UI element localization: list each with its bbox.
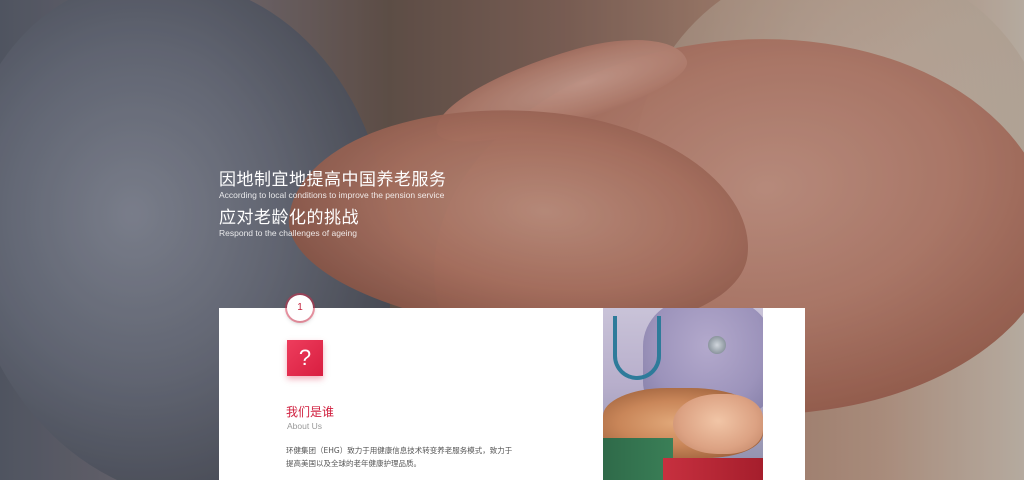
stethoscope-chest-piece	[708, 336, 726, 354]
about-description: 环健集团（EHG）致力于用健康信息技术转变养老服务模式，致力于提高美国以及全球的…	[286, 446, 513, 468]
about-subtitle: About Us	[287, 421, 322, 431]
hero-headline-1: 因地制宜地提高中国养老服务 According to local conditi…	[219, 170, 447, 200]
step-indicator[interactable]: 1	[287, 295, 313, 321]
about-photo-card	[603, 308, 805, 480]
about-title[interactable]: 我们是谁	[286, 405, 334, 419]
hero-headline-2-zh: 应对老龄化的挑战	[219, 208, 359, 228]
question-icon: ?	[287, 340, 323, 376]
caregiver-hands-photo	[603, 308, 763, 480]
hero-headline-2-en: Respond to the challenges of ageing	[219, 228, 357, 238]
hero-headline-1-zh: 因地制宜地提高中国养老服务	[219, 170, 447, 190]
hero-headline-1-en: According to local conditions to improve…	[219, 190, 445, 200]
photo-stacked-hands-top	[673, 394, 763, 454]
hero-headline-2: 应对老龄化的挑战 Respond to the challenges of ag…	[219, 208, 359, 238]
photo-red-sleeve	[663, 458, 763, 480]
stethoscope-icon	[613, 316, 661, 380]
